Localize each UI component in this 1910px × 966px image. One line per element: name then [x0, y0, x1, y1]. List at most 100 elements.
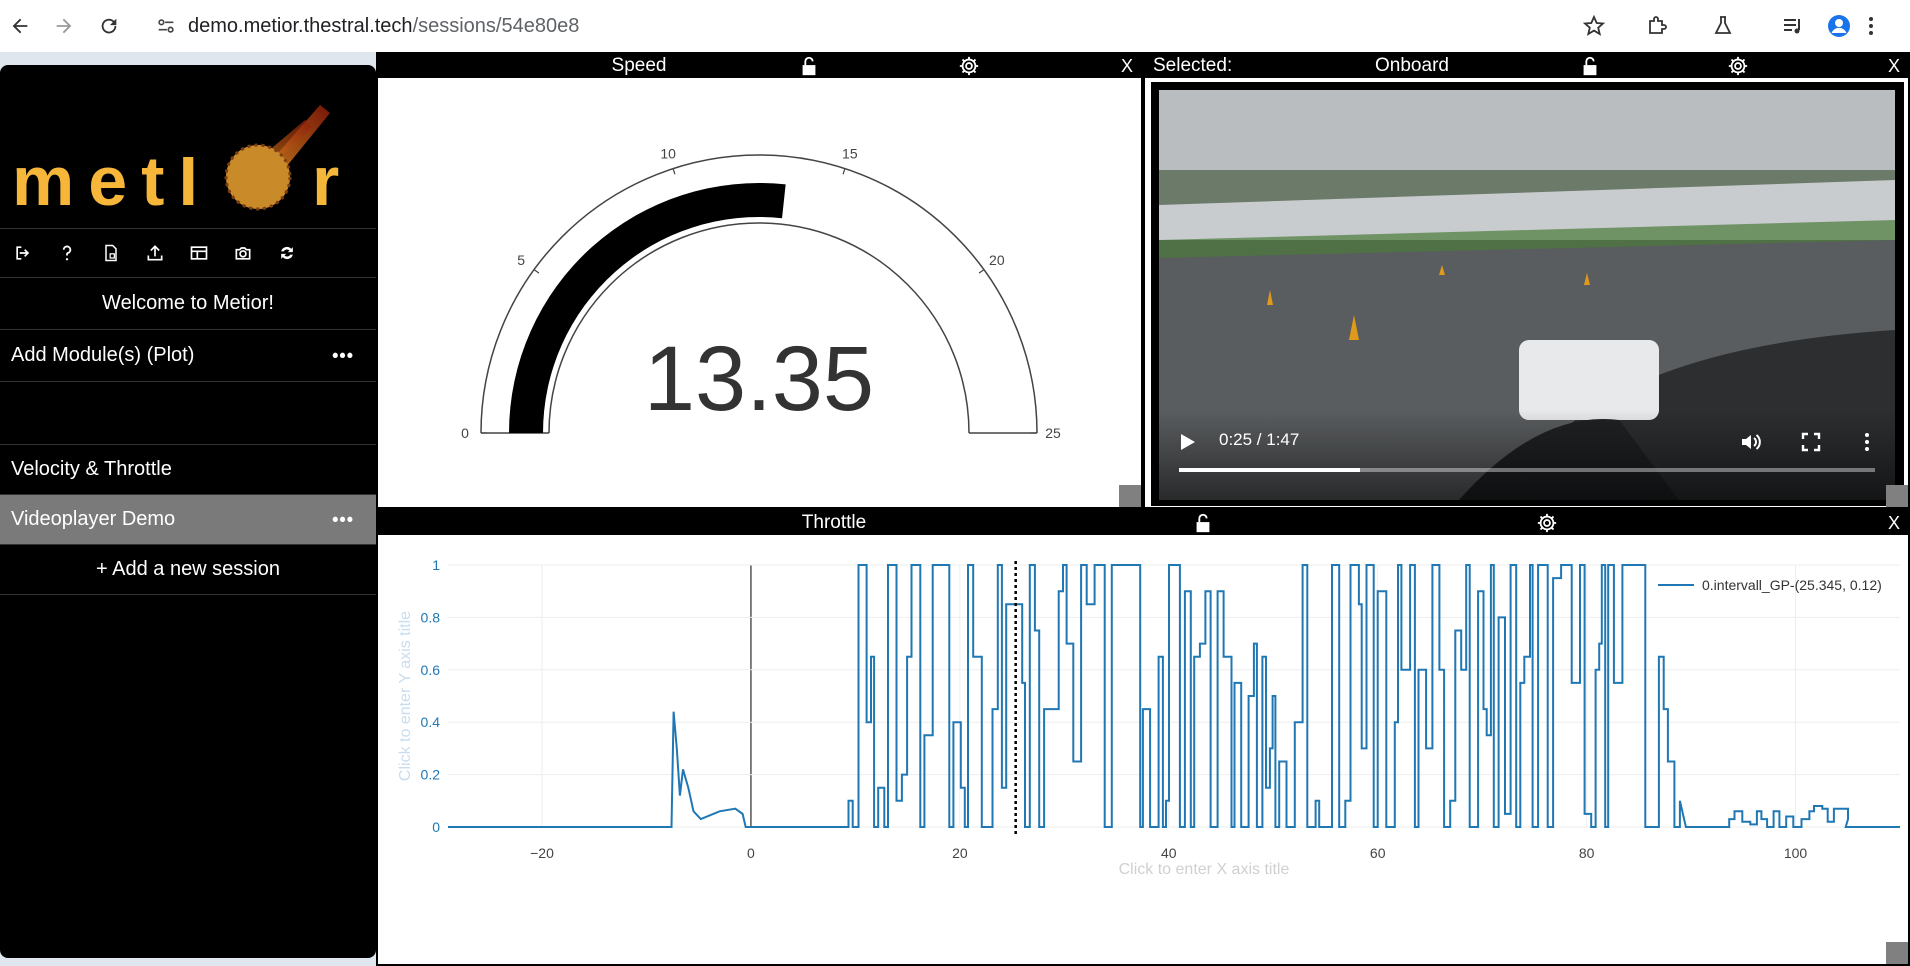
video-panel: Selected: Onboard X 0:25 / 1:47	[1143, 52, 1910, 509]
panel-title: Onboard	[1375, 55, 1449, 76]
video-progress-bar[interactable]	[1179, 468, 1875, 472]
url-path: /sessions/54e80e8	[412, 14, 580, 37]
speed-panel: Speed X 0 5 10 15 20 25 13.35	[376, 52, 1143, 509]
x-tick-label: 0	[747, 845, 755, 861]
gauge-tick-label: 20	[989, 252, 1005, 268]
add-module-label: Add Module(s) (Plot)	[11, 344, 195, 366]
y-tick-label: 0.4	[421, 714, 441, 730]
settings-gear-icon[interactable]	[1727, 55, 1749, 77]
close-panel-button[interactable]: X	[1888, 56, 1900, 77]
fullscreen-icon[interactable]	[1799, 430, 1823, 454]
welcome-text: Welcome to Metior!	[102, 292, 274, 314]
gauge-tick-label: 25	[1045, 425, 1061, 441]
file-icon[interactable]	[96, 238, 126, 268]
x-tick-label: 20	[952, 845, 968, 861]
gauge-tick-label: 10	[660, 145, 676, 161]
logout-icon[interactable]	[8, 238, 38, 268]
resize-handle[interactable]	[1886, 942, 1908, 964]
sync-icon[interactable]	[272, 238, 302, 268]
layout-icon[interactable]	[184, 238, 214, 268]
y-axis-title[interactable]: Click to enter Y axis title	[397, 611, 414, 781]
throttle-panel-titlebar[interactable]: Throttle X	[378, 511, 1908, 535]
x-tick-label: 80	[1579, 845, 1595, 861]
selected-label: Selected:	[1153, 55, 1233, 76]
resize-handle[interactable]	[1886, 485, 1908, 507]
video-panel-titlebar[interactable]: Selected: Onboard X	[1145, 54, 1908, 78]
panel-title: Speed	[611, 55, 667, 76]
help-icon[interactable]	[52, 238, 82, 268]
svg-text:metI: metI	[12, 142, 212, 220]
more-options-icon[interactable]: •••	[332, 345, 354, 366]
forward-icon[interactable]	[46, 8, 82, 44]
gauge-tick-label: 0	[461, 425, 469, 441]
camera-icon[interactable]	[228, 238, 258, 268]
sidebar-toolbar	[0, 228, 376, 278]
sidebar: metI r Welcome to Metior! Add Module(s) …	[0, 65, 376, 958]
gauge-tick	[842, 168, 846, 175]
y-tick-label: 0.2	[421, 767, 441, 783]
x-tick-label: −20	[530, 845, 554, 861]
y-tick-label: 0.6	[421, 662, 441, 678]
legend-label: 0.intervall_GP-(25.345, 0.12)	[1702, 577, 1882, 593]
video-menu-icon[interactable]	[1855, 430, 1879, 454]
session-label: Videoplayer Demo	[11, 508, 176, 530]
unlock-icon[interactable]	[1192, 512, 1214, 534]
speed-panel-titlebar[interactable]: Speed X	[378, 54, 1141, 78]
gauge-tick	[978, 269, 985, 274]
x-tick-label: 60	[1370, 845, 1386, 861]
gauge-tick-label: 5	[517, 252, 525, 268]
play-icon[interactable]	[1179, 432, 1197, 452]
x-tick-label: 40	[1161, 845, 1177, 861]
app-page: metI r Welcome to Metior! Add Module(s) …	[0, 52, 1910, 966]
extensions-icon[interactable]	[1641, 10, 1673, 42]
settings-gear-icon[interactable]	[1536, 512, 1558, 534]
volume-icon[interactable]	[1739, 430, 1763, 454]
session-label: Velocity & Throttle	[11, 458, 172, 480]
speed-gauge: 0 5 10 15 20 25 13.35	[461, 145, 1061, 441]
profile-avatar-icon[interactable]	[1823, 10, 1855, 42]
speed-value: 13.35	[644, 328, 874, 430]
close-panel-button[interactable]: X	[1121, 56, 1133, 77]
y-tick-label: 0.8	[421, 609, 441, 625]
video-time: 0:25 / 1:47	[1219, 430, 1300, 449]
throttle-panel: Throttle X −20 0 20 40 60 80 100 0 0.2 0.4 0.6 0.8 1…	[376, 509, 1910, 966]
unlock-icon[interactable]	[1579, 55, 1601, 77]
add-module-row[interactable]: Add Module(s) (Plot) •••	[0, 330, 376, 382]
chart-ticks: −20 0 20 40 60 80 100 0 0.2 0.4 0.6 0.8 1	[421, 557, 1808, 861]
add-session-label: + Add a new session	[95, 558, 280, 580]
bookmark-star-icon[interactable]	[1578, 10, 1610, 42]
video-progress-fill	[1179, 468, 1360, 472]
resize-handle[interactable]	[1119, 485, 1141, 507]
media-control-icon[interactable]	[1777, 10, 1809, 42]
browser-menu-icon[interactable]	[1855, 10, 1887, 42]
chart-grid	[448, 564, 1900, 828]
throttle-chart[interactable]: −20 0 20 40 60 80 100 0 0.2 0.4 0.6 0.8 1 Click to e…	[378, 535, 1908, 966]
site-info-icon[interactable]	[148, 8, 184, 44]
add-session-button[interactable]: + Add a new session	[0, 545, 376, 595]
x-axis-title[interactable]: Click to enter X axis title	[1119, 861, 1290, 878]
labs-flask-icon[interactable]	[1707, 10, 1739, 42]
reload-icon[interactable]	[91, 8, 127, 44]
close-panel-button[interactable]: X	[1888, 513, 1900, 534]
back-icon[interactable]	[2, 8, 38, 44]
metior-logo: metI r	[0, 65, 376, 225]
address-bar[interactable]: demo.metior.thestral.tech/sessions/54e80…	[188, 8, 579, 44]
gauge-tick-label: 15	[842, 145, 858, 161]
upload-icon[interactable]	[140, 238, 170, 268]
chart-legend[interactable]: 0.intervall_GP-(25.345, 0.12)	[1658, 577, 1882, 593]
y-tick-label: 1	[432, 557, 440, 573]
throttle-series-line	[448, 564, 1900, 828]
unlock-icon[interactable]	[798, 55, 820, 77]
settings-gear-icon[interactable]	[958, 55, 980, 77]
session-item-videoplayer-demo[interactable]: Videoplayer Demo •••	[0, 495, 376, 545]
more-options-icon[interactable]: •••	[332, 509, 354, 530]
svg-text:r: r	[312, 142, 339, 220]
gauge-tick	[672, 168, 676, 175]
session-item-velocity-throttle[interactable]: Velocity & Throttle	[0, 445, 376, 495]
video-player[interactable]: 0:25 / 1:47	[1159, 90, 1895, 500]
panel-title: Throttle	[801, 512, 867, 533]
gauge-tick	[533, 269, 540, 274]
x-tick-label: 100	[1784, 845, 1808, 861]
sidebar-spacer	[0, 382, 376, 445]
url-host: demo.metior.thestral.tech	[188, 14, 413, 37]
